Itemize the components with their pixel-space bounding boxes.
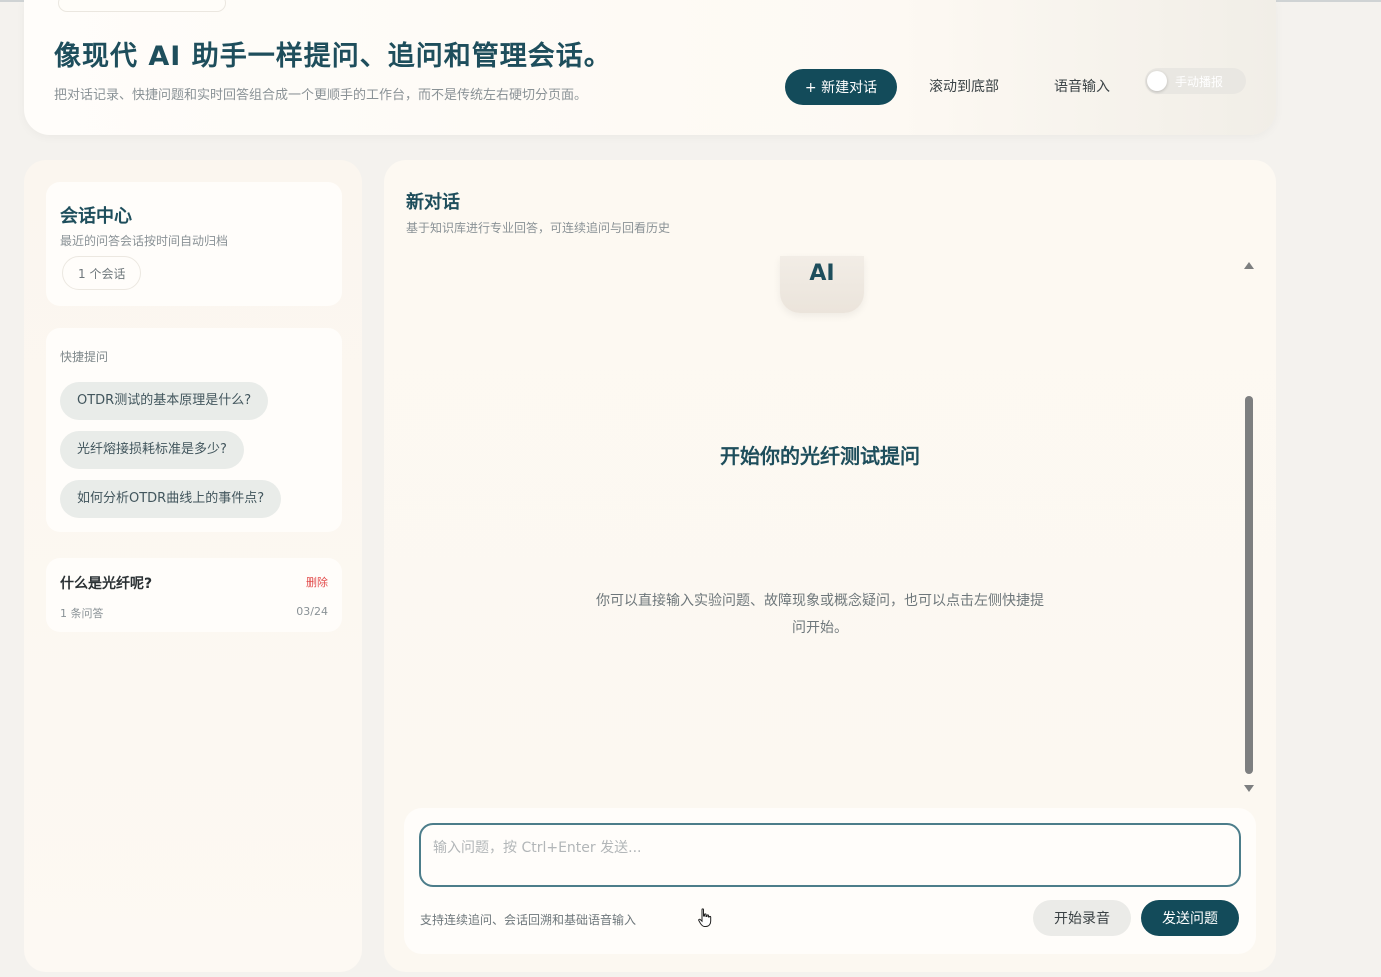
scroll-down-arrow-icon[interactable] xyxy=(1244,785,1254,792)
empty-state-title: 开始你的光纤测试提问 xyxy=(720,444,920,468)
quick-question-item[interactable]: OTDR测试的基本原理是什么? xyxy=(60,382,269,420)
session-list-item[interactable]: 什么是光纤呢? 删除 1 条问答 03/24 xyxy=(46,558,342,632)
delete-session-button[interactable]: 删除 xyxy=(306,574,328,590)
new-chat-button[interactable]: + 新建对话 xyxy=(785,69,897,105)
session-meta: 1 条问答 xyxy=(60,607,104,620)
session-center-card: 会话中心 最近的问答会话按时间自动归档 1 个会话 xyxy=(46,182,342,306)
ai-avatar: AI xyxy=(780,256,864,313)
session-title: 什么是光纤呢? xyxy=(60,576,153,592)
auto-play-toggle[interactable]: 手动播报 xyxy=(1145,68,1246,94)
chat-scrollbar[interactable] xyxy=(1242,260,1256,792)
scrollbar-thumb[interactable] xyxy=(1245,396,1253,774)
send-question-button[interactable]: 发送问题 xyxy=(1141,900,1239,936)
toggle-knob xyxy=(1147,71,1167,91)
session-date: 03/24 xyxy=(296,605,328,618)
empty-state-desc: 你可以直接输入实验问题、故障现象或概念疑问，也可以点击左侧快捷提问开始。 xyxy=(596,593,1044,636)
composer: 支持连续追问、会话回溯和基础语音输入 开始录音 发送问题 xyxy=(404,808,1256,954)
quick-questions-title: 快捷提问 xyxy=(60,350,109,364)
quick-questions-card: 快捷提问 OTDR测试的基本原理是什么? 光纤熔接损耗标准是多少? 如何分析OT… xyxy=(46,328,342,532)
voice-input-button[interactable]: 语音输入 xyxy=(1054,76,1110,96)
page-title: 像现代 AI 助手一样提问、追问和管理会话。 xyxy=(54,41,612,72)
tab-stub xyxy=(58,0,226,12)
input-hint: 支持连续追问、会话回溯和基础语音输入 xyxy=(420,913,637,927)
chat-title: 新对话 xyxy=(406,192,460,213)
quick-question-item[interactable]: 如何分析OTDR曲线上的事件点? xyxy=(60,480,282,518)
hand-cursor-icon xyxy=(698,908,712,927)
quick-question-item[interactable]: 光纤熔接损耗标准是多少? xyxy=(60,431,244,469)
session-center-desc: 最近的问答会话按时间自动归档 xyxy=(60,234,229,248)
scroll-up-arrow-icon[interactable] xyxy=(1244,262,1254,269)
start-recording-button[interactable]: 开始录音 xyxy=(1033,900,1131,936)
chat-panel: 新对话 基于知识库进行专业回答，可连续追问与回看历史 AI 开始你的光纤测试提问… xyxy=(384,160,1276,972)
toggle-label: 手动播报 xyxy=(1175,75,1224,89)
question-input[interactable] xyxy=(419,823,1241,887)
app-header: 像现代 AI 助手一样提问、追问和管理会话。 把对话记录、快捷问题和实时回答组合… xyxy=(24,0,1276,135)
session-center-title: 会话中心 xyxy=(60,206,132,227)
sidebar: 会话中心 最近的问答会话按时间自动归档 1 个会话 快捷提问 OTDR测试的基本… xyxy=(24,160,362,972)
scroll-to-bottom-button[interactable]: 滚动到底部 xyxy=(929,76,999,96)
page-subtitle: 把对话记录、快捷问题和实时回答组合成一个更顺手的工作台，而不是传统左右硬切分页面… xyxy=(54,88,588,103)
chat-desc: 基于知识库进行专业回答，可连续追问与回看历史 xyxy=(406,221,671,235)
session-count-badge: 1 个会话 xyxy=(62,256,142,290)
